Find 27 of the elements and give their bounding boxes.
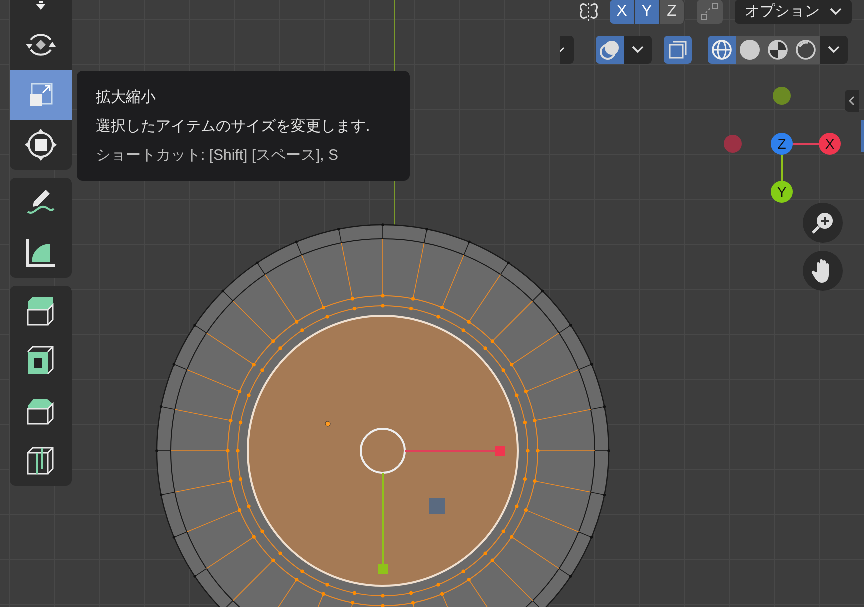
- wireframe-shading-button[interactable]: [708, 36, 736, 64]
- snap-icon[interactable]: [697, 0, 723, 24]
- chevron-down-icon: [828, 46, 840, 54]
- dropdown-caret-icon[interactable]: [560, 36, 574, 64]
- shading-dropdown[interactable]: [820, 36, 848, 64]
- xray-toggle[interactable]: [664, 36, 692, 64]
- options-dropdown[interactable]: オプション: [735, 0, 852, 24]
- tooltip-shortcut: ショートカット: [Shift] [スペース], S: [96, 146, 340, 166]
- transform-icon: [24, 128, 58, 162]
- overlays-dropdown[interactable]: [624, 36, 652, 64]
- tooltip-title: 拡大縮小: [96, 88, 157, 108]
- rendered-shading-button[interactable]: [792, 36, 820, 64]
- x-axis-line: [792, 143, 822, 145]
- axis-toggle[interactable]: Y: [635, 0, 660, 24]
- measure-icon: [24, 236, 58, 270]
- sidebar-toggle-icon[interactable]: [845, 90, 859, 112]
- chevron-down-icon: [632, 46, 644, 54]
- tooltip-description: 選択したアイテムのサイズを変更します.: [96, 117, 372, 137]
- scrollbar: [861, 120, 864, 152]
- overlays-toggle[interactable]: [596, 36, 624, 64]
- axis-toggle[interactable]: Z: [660, 0, 685, 24]
- caret-icon[interactable]: [34, 1, 48, 11]
- solid-shading-button[interactable]: [736, 36, 764, 64]
- extrude-icon: [25, 294, 57, 328]
- options-label: オプション: [745, 2, 820, 22]
- chevron-down-icon: [830, 8, 842, 16]
- axis-toggle[interactable]: X: [610, 0, 635, 24]
